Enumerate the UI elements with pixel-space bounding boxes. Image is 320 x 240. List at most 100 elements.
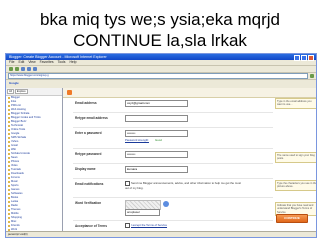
slide-caption-line-2: CONTINUE la,sla lrkak <box>73 31 247 50</box>
word-verification-row: Word Verification ansplasel <box>73 198 273 221</box>
folder-icon <box>8 121 10 123</box>
status-bar: javascript:void(0) <box>6 231 316 237</box>
address-bar: https://www.blogger.com/signup.g <box>6 72 316 79</box>
continue-button[interactable]: CONTINUE <box>276 214 308 223</box>
blogger-header <box>63 88 316 98</box>
folder-icon <box>8 101 10 103</box>
display-name-tip: The name used to sign your blog posts. <box>275 152 316 163</box>
folder-icon <box>8 109 10 111</box>
forward-icon[interactable] <box>15 67 19 71</box>
folder-icon <box>8 97 10 99</box>
email-row: Email address oxyz@gmail.com <box>73 98 273 113</box>
address-input[interactable]: https://www.blogger.com/signup.g <box>8 73 308 79</box>
retype-email-label: Retype email address <box>75 116 108 120</box>
accessibility-icon[interactable] <box>163 201 169 207</box>
google-toolbar: Google <box>6 79 316 85</box>
folder-icon <box>8 177 10 179</box>
word-verification-field[interactable]: ansplasel <box>125 209 160 216</box>
sidebar-tabs: All Explore <box>6 88 62 96</box>
folder-icon <box>8 173 10 175</box>
terms-link[interactable]: I accept the Terms of Service <box>131 223 167 227</box>
terms-option: I accept the Terms of Service <box>125 223 245 228</box>
display-name-label: Display name <box>75 167 96 171</box>
password-row: Enter a password •••••••• Password stren… <box>73 128 273 149</box>
folder-icon <box>8 165 10 167</box>
sidebar-list: Blogger links PDFs.txt Web Hosting Blogger S… <box>6 96 62 232</box>
email-notifications-label: Email notifications <box>75 182 104 186</box>
folder-icon <box>8 201 10 203</box>
folder-icon <box>8 213 10 215</box>
home-icon[interactable] <box>33 67 37 71</box>
retype-password-field[interactable]: •••••••• <box>125 151 188 158</box>
google-toolbar-logo: Google <box>9 80 19 85</box>
password-strength-value: Good <box>155 138 162 142</box>
minimize-icon[interactable] <box>294 55 300 61</box>
menu-tools[interactable]: Tools <box>58 60 66 65</box>
browser-screenshot: Blogger: Create Blogger Account - Micros… <box>5 53 317 238</box>
window-title: Blogger: Create Blogger Account - Micros… <box>9 55 107 59</box>
word-verification-label: Word Verification <box>75 201 102 205</box>
menu-file[interactable]: File <box>9 60 14 65</box>
terms-checkbox[interactable] <box>125 223 130 228</box>
stop-icon[interactable] <box>21 67 25 71</box>
email-notifications-option: Send me Blogger announcements, advice, a… <box>125 181 245 190</box>
retype-password-label: Retype password <box>75 152 102 156</box>
folder-icon <box>8 209 10 211</box>
folder-icon <box>8 145 10 147</box>
folder-icon <box>8 105 10 107</box>
menu-edit[interactable]: Edit <box>18 60 24 65</box>
blogger-logo-icon <box>67 90 72 95</box>
folder-icon <box>8 125 10 127</box>
retype-password-row: Retype password •••••••• <box>73 149 273 164</box>
sidebar-tab-all[interactable]: All <box>7 89 14 94</box>
folder-icon <box>8 157 10 159</box>
display-name-field[interactable]: kumara <box>125 166 188 173</box>
browser-main: All Explore Blogger links PDFs.txt Web Host… <box>6 88 316 232</box>
folder-icon <box>8 225 10 227</box>
go-icon[interactable] <box>310 74 314 78</box>
retype-email-field[interactable] <box>125 115 188 122</box>
folder-icon <box>8 113 10 115</box>
folder-icon <box>8 205 10 207</box>
email-label: Email address <box>75 101 97 105</box>
favorites-sidebar: All Explore Blogger links PDFs.txt Web Host… <box>6 88 63 232</box>
close-icon[interactable] <box>308 55 314 61</box>
email-notifications-text: Send me Blogger announcements, advice, a… <box>125 181 241 190</box>
folder-icon <box>8 169 10 171</box>
maximize-icon[interactable] <box>301 55 307 61</box>
email-tip: Type in the email address you want to us… <box>275 98 316 109</box>
refresh-icon[interactable] <box>27 67 31 71</box>
password-field[interactable]: •••••••• <box>125 130 188 137</box>
email-field[interactable]: oxyz@gmail.com <box>125 100 188 107</box>
display-name-row: Display name kumara <box>73 164 273 179</box>
menu-view[interactable]: View <box>28 60 35 65</box>
folder-icon <box>8 141 10 143</box>
password-label: Enter a password <box>75 131 102 135</box>
back-icon[interactable] <box>9 67 13 71</box>
blogger-signup-page: Email address oxyz@gmail.com Retype emai… <box>63 88 316 232</box>
folder-icon <box>8 193 10 195</box>
window-titlebar: Blogger: Create Blogger Account - Micros… <box>6 54 316 61</box>
password-strength-label: Password strength: <box>125 138 149 142</box>
menu-favorites[interactable]: Favorites <box>40 60 54 65</box>
folder-icon <box>8 217 10 219</box>
browser-toolbar <box>6 65 316 72</box>
folder-icon <box>8 197 10 199</box>
folder-icon <box>8 133 10 135</box>
menu-help[interactable]: Help <box>69 60 76 65</box>
sidebar-tab-explore[interactable]: Explore <box>14 89 28 94</box>
word-verification-tip: Type the characters you see in the pictu… <box>275 180 316 191</box>
terms-label: Acceptance of Terms <box>75 224 108 228</box>
folder-icon <box>8 137 10 139</box>
folder-icon <box>8 181 10 183</box>
retype-email-row: Retype email address <box>73 113 273 128</box>
folder-icon <box>8 149 10 151</box>
folder-icon <box>8 189 10 191</box>
folder-icon <box>8 185 10 187</box>
folder-icon <box>8 153 10 155</box>
folder-icon <box>8 161 10 163</box>
slide-caption-line-1: bka miq tys we;s ysia;eka mqrjd <box>40 10 280 29</box>
folder-icon <box>8 221 10 223</box>
folder-icon <box>8 117 10 119</box>
email-notifications-row: Email notifications Send me Blogger anno… <box>73 179 273 198</box>
